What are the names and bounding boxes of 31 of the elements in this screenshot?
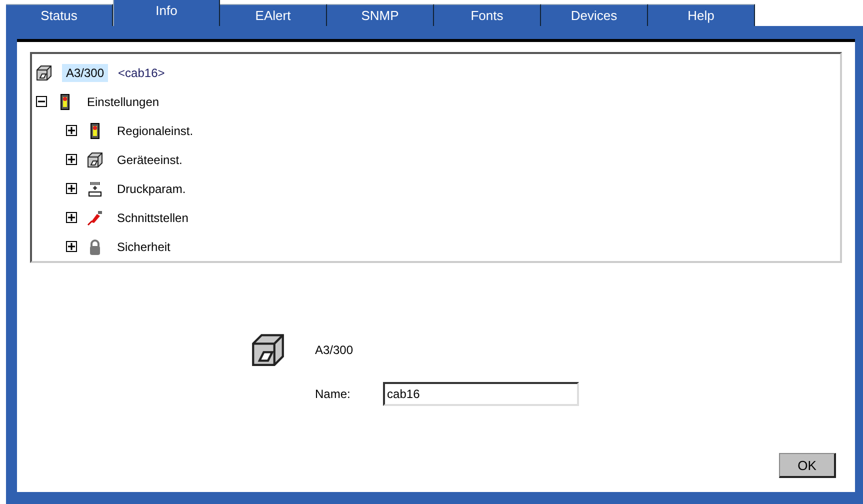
- tab[interactable]: Devices: [541, 4, 648, 26]
- ok-button[interactable]: OK: [779, 453, 836, 478]
- tab[interactable]: Status: [6, 4, 113, 26]
- tree-item[interactable]: Einstellungen: [83, 92, 164, 110]
- expand-toggle[interactable]: [66, 212, 77, 223]
- expand-toggle[interactable]: [66, 183, 77, 194]
- tree-item[interactable]: Sicherheit: [113, 238, 174, 256]
- name-label: Name:: [315, 387, 352, 401]
- printer-icon: [87, 152, 103, 168]
- tree-item[interactable]: Regionaleinst.: [113, 122, 198, 140]
- tree-item[interactable]: Schnittstellen: [113, 208, 192, 226]
- name-field[interactable]: cab16: [383, 382, 580, 406]
- padlock-icon: [87, 238, 103, 254]
- tab[interactable]: Help: [648, 4, 755, 26]
- printer-icon: [36, 64, 52, 80]
- tree-item[interactable]: Geräteeinst.: [113, 150, 186, 168]
- model-label: A3/300: [315, 343, 354, 357]
- tab[interactable]: EAlert: [220, 4, 327, 26]
- expand-toggle[interactable]: [66, 241, 77, 252]
- collapse-toggle[interactable]: [36, 96, 47, 107]
- tab[interactable]: Info: [113, 0, 220, 26]
- plug-icon: [87, 210, 103, 226]
- printer-icon: [251, 333, 285, 367]
- tree-item[interactable]: A3/300: [62, 64, 108, 82]
- tab[interactable]: Fonts: [434, 4, 541, 26]
- device-name-tag: <cab16>: [118, 66, 165, 80]
- tree-item[interactable]: Druckparam.: [113, 180, 190, 198]
- expand-toggle[interactable]: [66, 125, 77, 136]
- tab[interactable]: SNMP: [327, 4, 434, 26]
- expand-toggle[interactable]: [66, 154, 77, 165]
- print-parameters-icon: [87, 180, 103, 196]
